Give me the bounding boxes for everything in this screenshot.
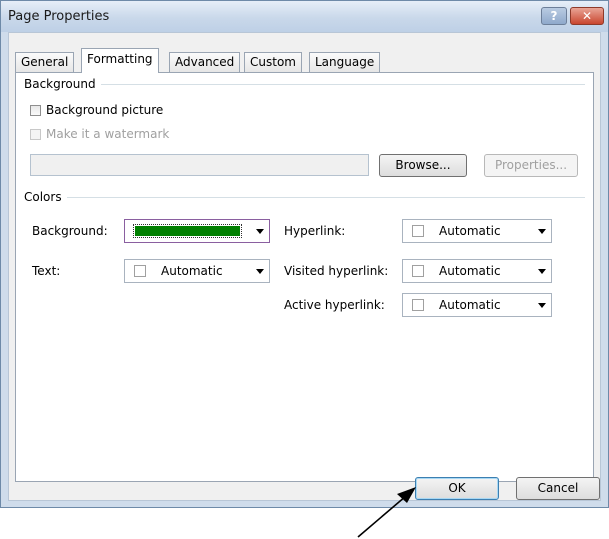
tab-label: Formatting (87, 52, 153, 66)
tab-formatting[interactable]: Formatting (81, 48, 159, 73)
annotation-arrow-icon (357, 487, 416, 538)
